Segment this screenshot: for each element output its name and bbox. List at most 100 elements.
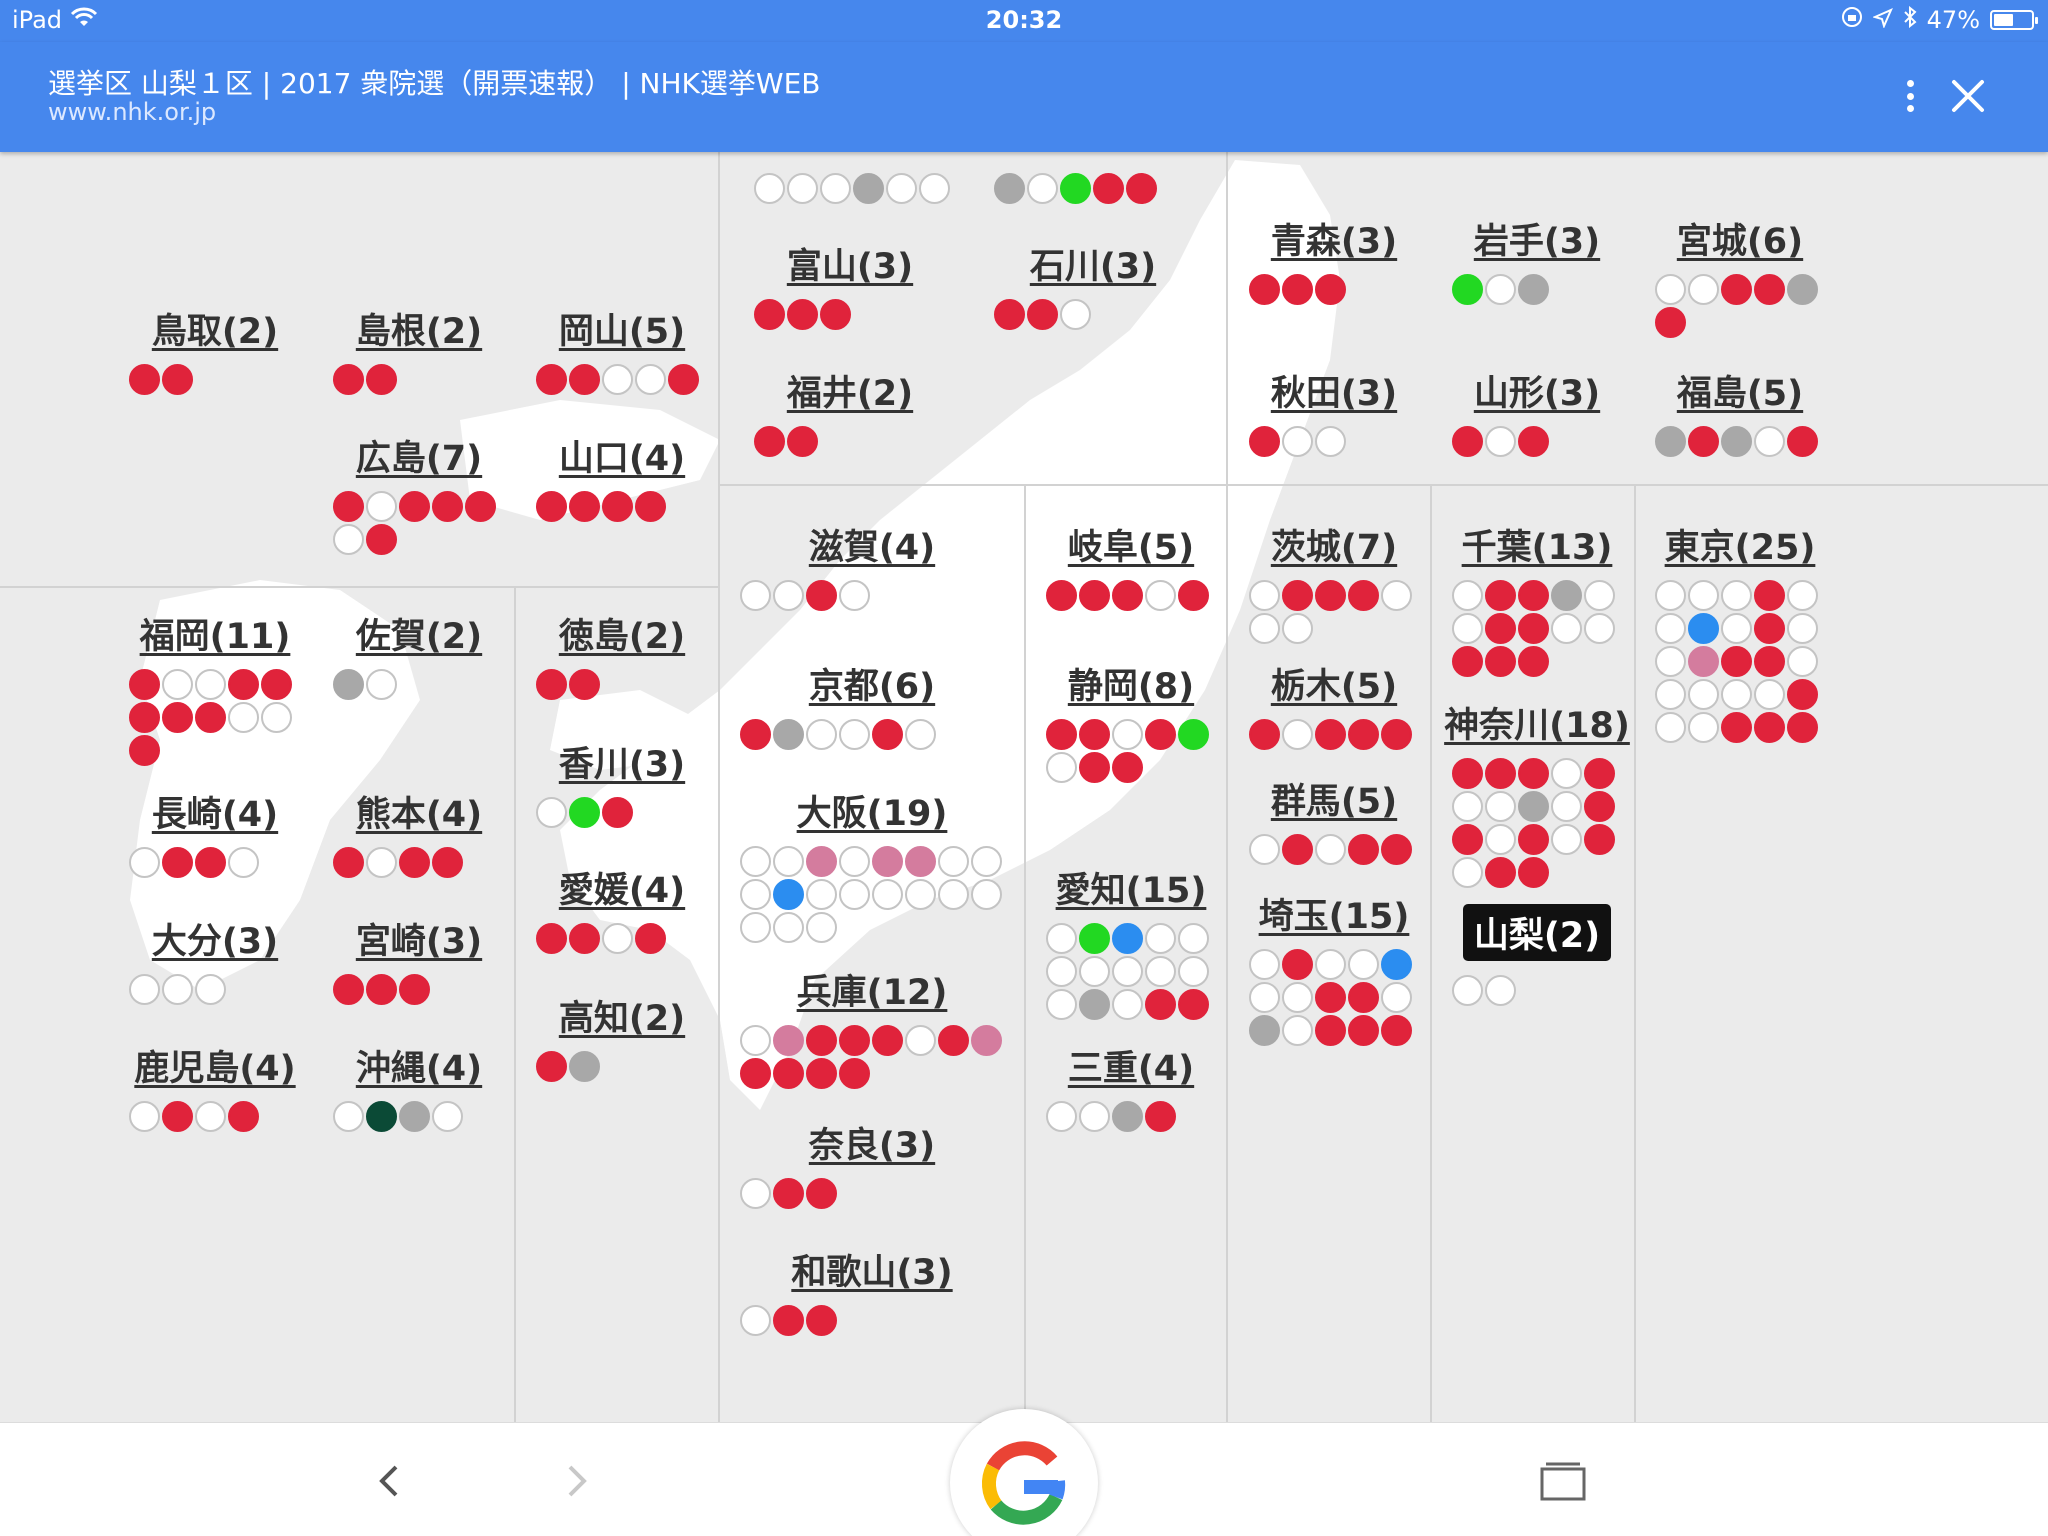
seat-dot-red bbox=[635, 491, 666, 522]
seat-dot-white bbox=[366, 669, 397, 700]
seat-dots-nagasaki bbox=[129, 847, 294, 878]
seat-dot-red bbox=[994, 299, 1025, 330]
prefecture-link-iwate[interactable]: 岩手(3) bbox=[1437, 213, 1637, 264]
seat-dot-white bbox=[1551, 613, 1582, 644]
prefecture-link-fukui[interactable]: 福井(2) bbox=[750, 365, 950, 416]
prefecture-link-fukushima[interactable]: 福島(5) bbox=[1640, 365, 1840, 416]
prefecture-link-okinawa[interactable]: 沖縄(4) bbox=[319, 1040, 519, 1091]
prefecture-link-shizuoka[interactable]: 静岡(8) bbox=[1031, 658, 1231, 709]
prefecture-link-okayama[interactable]: 岡山(5) bbox=[522, 303, 722, 354]
prefecture-link-tochigi[interactable]: 栃木(5) bbox=[1234, 658, 1434, 709]
seat-dot-white bbox=[740, 580, 771, 611]
seat-dots-miyazaki bbox=[333, 974, 498, 1005]
seat-dot-white bbox=[602, 364, 633, 395]
browser-bottom-bar bbox=[0, 1409, 2048, 1536]
seat-dots-oita bbox=[129, 974, 294, 1005]
prefecture-link-yamanashi[interactable]: 山梨(2) bbox=[1463, 904, 1611, 961]
prefecture-link-nagasaki[interactable]: 長崎(4) bbox=[115, 786, 315, 837]
seat-dot-red bbox=[1381, 1015, 1412, 1046]
seat-dot-red bbox=[1282, 834, 1313, 865]
prefecture-link-gifu[interactable]: 岐阜(5) bbox=[1031, 519, 1231, 570]
page-title: 選挙区 山梨１区 | 2017 衆院選（開票速報） | NHK選挙WEB bbox=[48, 67, 821, 100]
prefecture-link-kanagawa[interactable]: 神奈川(18) bbox=[1437, 697, 1637, 748]
prefecture-link-gunma[interactable]: 群馬(5) bbox=[1234, 773, 1434, 824]
prefecture-link-kumamoto[interactable]: 熊本(4) bbox=[319, 786, 519, 837]
grid-divider bbox=[718, 484, 2048, 486]
results-map-area[interactable]: 鳥取(2) 島根(2) 岡山(5) 広島(7) 山口(4) 福岡(11) 佐賀(2) 徳島(2… bbox=[0, 152, 2048, 1422]
seat-dot-white bbox=[1315, 949, 1346, 980]
forward-arrow-icon[interactable] bbox=[556, 1461, 596, 1501]
seat-dot-white bbox=[1381, 982, 1412, 1013]
seat-dot-red bbox=[1381, 719, 1412, 750]
prefecture-link-saga[interactable]: 佐賀(2) bbox=[319, 608, 519, 659]
prefecture-link-toyama[interactable]: 富山(3) bbox=[750, 238, 950, 289]
seat-dot-red bbox=[333, 491, 364, 522]
prefecture-link-shiga[interactable]: 滋賀(4) bbox=[772, 519, 972, 570]
prefecture-link-saitama[interactable]: 埼玉(15) bbox=[1234, 888, 1434, 939]
prefecture-link-miyagi[interactable]: 宮城(6) bbox=[1640, 213, 1840, 264]
close-icon[interactable] bbox=[1948, 76, 1988, 116]
seat-dot-white bbox=[1112, 989, 1143, 1020]
more-vertical-icon[interactable] bbox=[1900, 76, 1920, 116]
seat-dot-red bbox=[1282, 274, 1313, 305]
seat-dot-red bbox=[1249, 274, 1280, 305]
prefecture-link-ehime[interactable]: 愛媛(4) bbox=[522, 862, 722, 913]
seat-dot-red bbox=[806, 1025, 837, 1056]
seat-dots-mie bbox=[1046, 1101, 1211, 1132]
seat-dot-red bbox=[1787, 679, 1818, 710]
seat-dot-white bbox=[1452, 613, 1483, 644]
seat-dot-pink bbox=[773, 1025, 804, 1056]
seat-dots-kochi bbox=[536, 1051, 701, 1082]
prefecture-link-miyazaki[interactable]: 宮崎(3) bbox=[319, 913, 519, 964]
seat-dot-red bbox=[1485, 580, 1516, 611]
seat-dot-white bbox=[839, 879, 870, 910]
seat-dot-red bbox=[1584, 791, 1615, 822]
seat-dot-red bbox=[839, 1025, 870, 1056]
prefecture-link-kagoshima[interactable]: 鹿児島(4) bbox=[115, 1040, 315, 1091]
prefecture-link-ibaraki[interactable]: 茨城(7) bbox=[1234, 519, 1434, 570]
battery-percent: 47% bbox=[1926, 6, 1980, 34]
prefecture-link-hyogo[interactable]: 兵庫(12) bbox=[772, 964, 972, 1015]
prefecture-link-aomori[interactable]: 青森(3) bbox=[1234, 213, 1434, 264]
prefecture-link-kyoto[interactable]: 京都(6) bbox=[772, 658, 972, 709]
prefecture-link-nara[interactable]: 奈良(3) bbox=[772, 1117, 972, 1168]
prefecture-link-kochi[interactable]: 高知(2) bbox=[522, 990, 722, 1041]
seat-dot-white bbox=[740, 1305, 771, 1336]
prefecture-link-osaka[interactable]: 大阪(19) bbox=[772, 785, 972, 836]
seat-dot-white bbox=[228, 847, 259, 878]
seat-dot-white bbox=[740, 1178, 771, 1209]
prefecture-link-hiroshima[interactable]: 広島(7) bbox=[319, 430, 519, 481]
seat-dot-gray bbox=[1787, 274, 1818, 305]
seat-dot-white bbox=[1452, 580, 1483, 611]
status-time: 20:32 bbox=[985, 6, 1063, 34]
prefecture-link-fukuoka[interactable]: 福岡(11) bbox=[115, 608, 315, 659]
prefecture-link-oita[interactable]: 大分(3) bbox=[115, 913, 315, 964]
back-arrow-icon[interactable] bbox=[370, 1461, 410, 1501]
prefecture-link-tokushima[interactable]: 徳島(2) bbox=[522, 608, 722, 659]
grid-divider bbox=[1024, 484, 1026, 1422]
prefecture-link-kagawa[interactable]: 香川(3) bbox=[522, 736, 722, 787]
seat-dot-white bbox=[1688, 580, 1719, 611]
prefecture-link-wakayama[interactable]: 和歌山(3) bbox=[772, 1244, 972, 1295]
prefecture-link-tottori[interactable]: 鳥取(2) bbox=[115, 303, 315, 354]
prefecture-link-yamaguchi[interactable]: 山口(4) bbox=[522, 430, 722, 481]
seat-dot-green bbox=[1060, 173, 1091, 204]
prefecture-link-mie[interactable]: 三重(4) bbox=[1031, 1040, 1231, 1091]
prefecture-link-shimane[interactable]: 島根(2) bbox=[319, 303, 519, 354]
tabs-icon[interactable] bbox=[1538, 1459, 1588, 1503]
seat-dot-white bbox=[773, 846, 804, 877]
seat-dot-red bbox=[162, 1101, 193, 1132]
prefecture-link-chiba[interactable]: 千葉(13) bbox=[1437, 519, 1637, 570]
seat-dot-gray bbox=[1249, 1015, 1280, 1046]
prefecture-link-ishikawa[interactable]: 石川(3) bbox=[993, 238, 1193, 289]
prefecture-link-tokyo[interactable]: 東京(25) bbox=[1640, 519, 1840, 570]
seat-dot-red bbox=[806, 580, 837, 611]
seat-dot-red bbox=[740, 719, 771, 750]
seat-dot-white bbox=[1282, 613, 1313, 644]
prefecture-link-akita[interactable]: 秋田(3) bbox=[1234, 365, 1434, 416]
seat-dot-white bbox=[1046, 923, 1077, 954]
google-logo-icon[interactable] bbox=[950, 1409, 1098, 1536]
seat-dot-red bbox=[1518, 646, 1549, 677]
prefecture-link-yamagata[interactable]: 山形(3) bbox=[1437, 365, 1637, 416]
prefecture-link-aichi[interactable]: 愛知(15) bbox=[1031, 862, 1231, 913]
